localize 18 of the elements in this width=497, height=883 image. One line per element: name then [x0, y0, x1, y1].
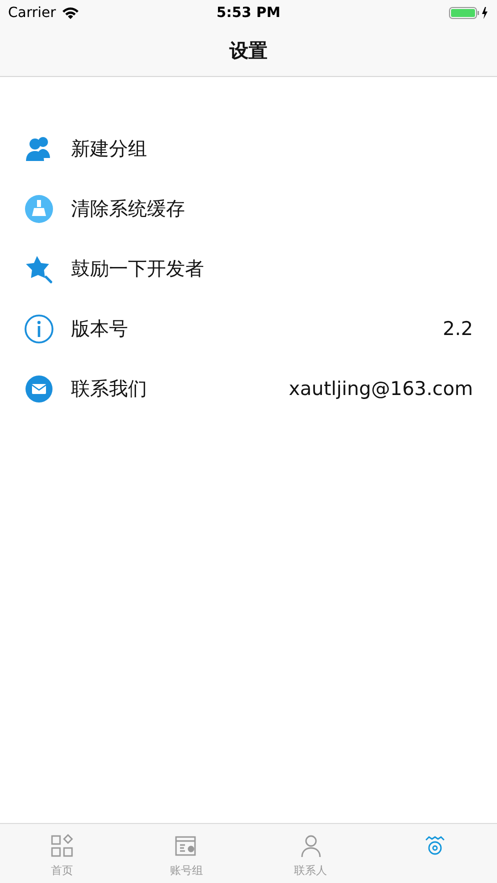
setting-value: 2.2: [442, 318, 473, 340]
setting-label[interactable]: 版本号: [71, 316, 443, 342]
wifi-icon: [62, 7, 79, 19]
setting-value: xautljing@163.com: [288, 378, 473, 400]
info-icon: [24, 314, 54, 344]
mail-icon: [24, 374, 54, 404]
setting-label[interactable]: 联系我们: [71, 376, 289, 402]
broom-icon: [24, 194, 54, 224]
page-title: 设置: [230, 39, 268, 64]
setting-label[interactable]: 清除系统缓存: [71, 196, 473, 222]
document-gear-icon[interactable]: [174, 834, 198, 858]
setting-label[interactable]: 新建分组: [71, 136, 473, 162]
star-icon: [24, 254, 54, 284]
carrier-label: Carrier: [8, 5, 56, 21]
grid-icon[interactable]: [50, 834, 74, 858]
status-time: 5:53 PM: [216, 5, 280, 21]
person-icon[interactable]: [298, 834, 323, 858]
setting-label[interactable]: 鼓励一下开发者: [71, 256, 473, 282]
